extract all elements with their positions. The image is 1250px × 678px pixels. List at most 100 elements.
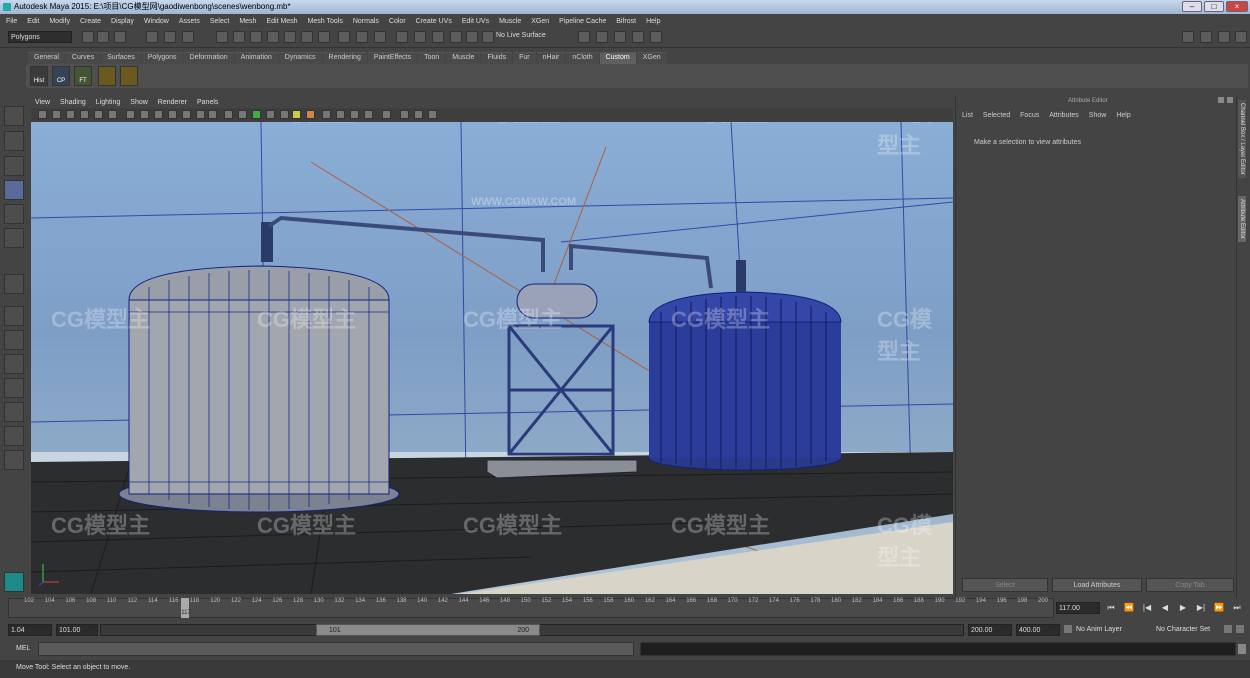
move-tool-icon[interactable]: [4, 180, 24, 200]
current-time-marker[interactable]: 117: [181, 598, 191, 618]
menu-xgen[interactable]: XGen: [531, 18, 549, 25]
new-scene-icon[interactable]: [82, 31, 94, 43]
snap-live-icon[interactable]: [301, 31, 313, 43]
ae-menu-attributes[interactable]: Attributes: [1049, 112, 1079, 119]
range-slider-handle[interactable]: 101 200: [316, 624, 540, 636]
shelf-tab-general[interactable]: General: [28, 52, 65, 64]
resolution-gate-icon[interactable]: [154, 110, 163, 119]
menu-edit[interactable]: Edit: [27, 18, 39, 25]
safe-action-icon[interactable]: [196, 110, 205, 119]
select-hierarchy-icon[interactable]: [146, 31, 158, 43]
select-component-icon[interactable]: [182, 31, 194, 43]
modeling-toolkit-icon[interactable]: [1182, 31, 1194, 43]
attribute-editor-toggle-icon[interactable]: [1218, 31, 1230, 43]
depth-of-field-icon[interactable]: [350, 110, 359, 119]
end-time-field[interactable]: 400.00: [1016, 624, 1060, 636]
smooth-shade-icon[interactable]: [238, 110, 247, 119]
panel-close-icon[interactable]: [1227, 97, 1233, 103]
mel-language-toggle[interactable]: MEL: [16, 645, 30, 652]
key-icon[interactable]: [1224, 625, 1232, 633]
shelf-cp-button[interactable]: CP: [52, 66, 70, 86]
menu-modify[interactable]: Modify: [49, 18, 70, 25]
outliner-layout-icon[interactable]: [4, 426, 24, 446]
shadows-icon[interactable]: [292, 110, 301, 119]
menu-file[interactable]: File: [6, 18, 17, 25]
grease-pencil-icon[interactable]: [108, 110, 117, 119]
use-lights-icon[interactable]: [280, 110, 289, 119]
menu-muscle[interactable]: Muscle: [499, 18, 521, 25]
prefs-icon[interactable]: [1236, 625, 1244, 633]
tab-channel-box[interactable]: Channel Box / Layer Editor: [1238, 100, 1246, 178]
shelf-script-icon[interactable]: [98, 66, 116, 86]
ae-menu-show[interactable]: Show: [1089, 112, 1107, 119]
playblast-icon[interactable]: [650, 31, 662, 43]
playback-start-field[interactable]: 101.00: [56, 624, 98, 636]
playback-end-field[interactable]: 200.00: [968, 624, 1012, 636]
persp-outliner-layout-icon[interactable]: [4, 354, 24, 374]
ipr-render-icon[interactable]: [432, 31, 444, 43]
minimize-button[interactable]: –: [1182, 1, 1202, 12]
menu-create[interactable]: Create: [80, 18, 101, 25]
vp-menu-show[interactable]: Show: [130, 99, 148, 106]
ae-menu-help[interactable]: Help: [1116, 112, 1130, 119]
camera-icon[interactable]: [596, 31, 608, 43]
ae-menu-focus[interactable]: Focus: [1020, 112, 1039, 119]
character-set-dropdown[interactable]: No Character Set: [1156, 626, 1210, 633]
persp-hypershade-layout-icon[interactable]: [4, 402, 24, 422]
maximize-button[interactable]: □: [1204, 1, 1224, 12]
menu-select[interactable]: Select: [210, 18, 229, 25]
menu-color[interactable]: Color: [389, 18, 406, 25]
select-tool-icon[interactable]: [4, 106, 24, 126]
panel-float-icon[interactable]: [1218, 97, 1224, 103]
maya-home-icon[interactable]: [4, 572, 24, 592]
shelf-tab-dynamics[interactable]: Dynamics: [278, 52, 322, 64]
current-frame-field[interactable]: 117.00: [1056, 602, 1100, 614]
open-scene-icon[interactable]: [97, 31, 109, 43]
shelf-tab-curves[interactable]: Curves: [65, 52, 101, 64]
render-view-icon[interactable]: [396, 31, 408, 43]
safe-title-icon[interactable]: [208, 110, 217, 119]
no-live-surface-icon[interactable]: [482, 31, 494, 43]
menu-help[interactable]: Help: [646, 18, 660, 25]
step-back-key-icon[interactable]: ⏪: [1122, 602, 1136, 614]
single-perspective-layout-icon[interactable]: [4, 306, 24, 326]
start-time-field[interactable]: 1.04: [8, 624, 52, 636]
select-object-icon[interactable]: [164, 31, 176, 43]
snap-point-icon[interactable]: [250, 31, 262, 43]
lasso-tool-icon[interactable]: [4, 131, 24, 151]
layout-more-icon[interactable]: [4, 450, 24, 470]
go-to-end-icon[interactable]: ⏭: [1230, 602, 1244, 614]
xray-components-icon[interactable]: [414, 110, 423, 119]
shelf-tab-xgen[interactable]: XGen: [636, 52, 667, 64]
textured-icon[interactable]: [266, 110, 275, 119]
menu-create-uvs[interactable]: Create UVs: [416, 18, 452, 25]
ae-load-attributes-button[interactable]: Load Attributes: [1052, 578, 1142, 592]
field-chart-icon[interactable]: [182, 110, 191, 119]
menu-mesh[interactable]: Mesh: [239, 18, 256, 25]
perspective-viewport[interactable]: CG模型主 CG模型主 CG模型主 CG模型主 CG模型主 CG模型主 CG模型…: [31, 122, 953, 594]
vp-menu-lighting[interactable]: Lighting: [96, 99, 121, 106]
vp-menu-view[interactable]: View: [35, 99, 50, 106]
ae-menu-selected[interactable]: Selected: [983, 112, 1010, 119]
shelf-tab-custom[interactable]: Custom: [599, 52, 636, 64]
hud-icon[interactable]: [428, 110, 437, 119]
shelf-tab-fluids[interactable]: Fluids: [481, 52, 513, 64]
vp-menu-shading[interactable]: Shading: [60, 99, 86, 106]
snap-grid-icon[interactable]: [216, 31, 228, 43]
menu-edit-uvs[interactable]: Edit UVs: [462, 18, 489, 25]
grid-toggle-icon[interactable]: [126, 110, 135, 119]
snap-surface-icon[interactable]: [284, 31, 296, 43]
anim-layer-dropdown[interactable]: No Anim Layer: [1076, 626, 1122, 633]
rotate-tool-icon[interactable]: [4, 204, 24, 224]
menu-bifrost[interactable]: Bifrost: [616, 18, 636, 25]
motion-blur-icon[interactable]: [322, 110, 331, 119]
xray-joints-icon[interactable]: [400, 110, 409, 119]
menu-normals[interactable]: Normals: [353, 18, 379, 25]
shelf-tab-animation[interactable]: Animation: [234, 52, 278, 64]
isolate-select-icon[interactable]: [364, 110, 373, 119]
history-icon[interactable]: [338, 31, 350, 43]
menu-window[interactable]: Window: [144, 18, 169, 25]
shelf-tab-surfaces[interactable]: Surfaces: [101, 52, 141, 64]
vp-menu-renderer[interactable]: Renderer: [158, 99, 187, 106]
menu-pipeline-cache[interactable]: Pipeline Cache: [559, 18, 606, 25]
